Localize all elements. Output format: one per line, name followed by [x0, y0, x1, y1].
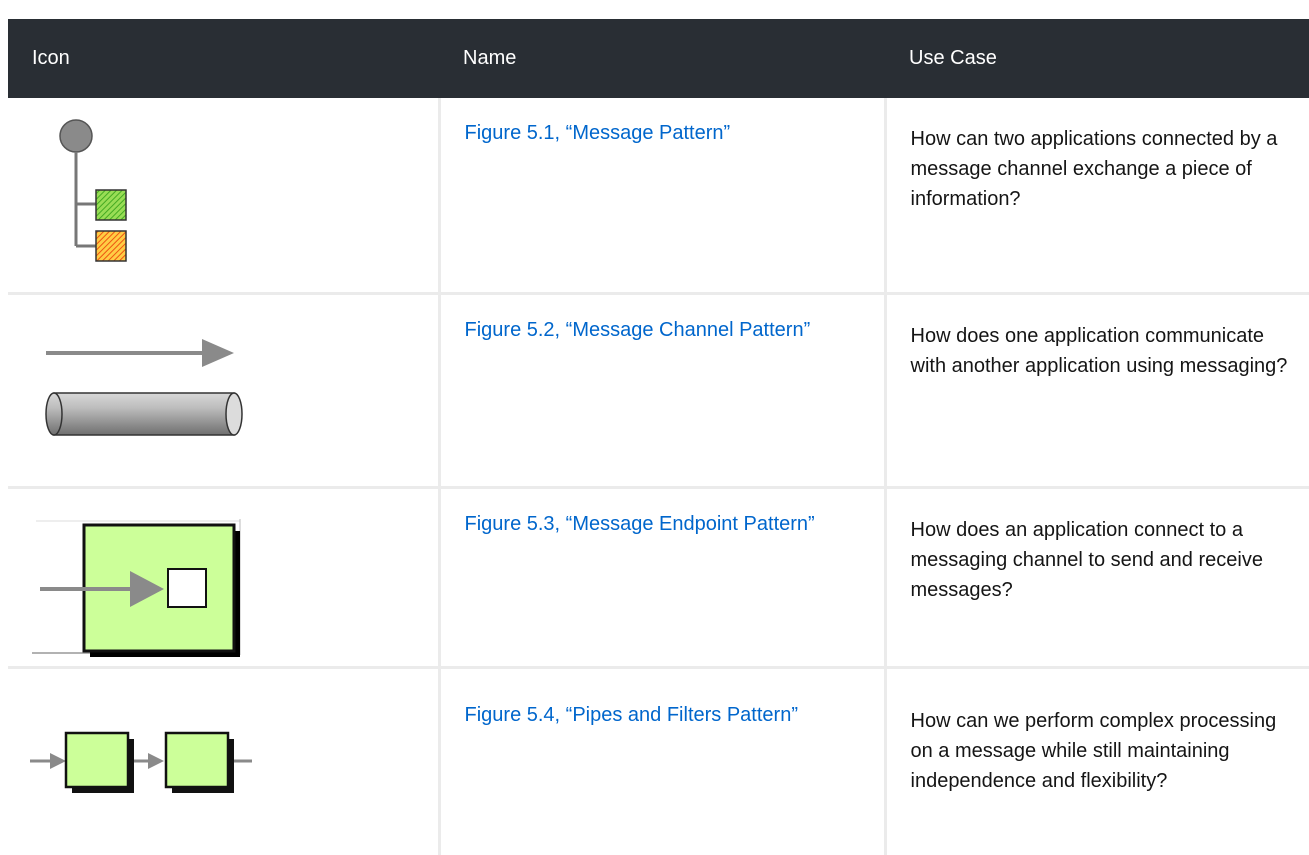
- table-row: Figure 5.4, “Pipes and Filters Pattern” …: [8, 667, 1309, 855]
- icon-cell: [8, 487, 441, 669]
- use-case-text: How can we perform complex processing on…: [910, 710, 1277, 792]
- header-row: Icon Name Use Case: [8, 19, 1309, 98]
- message-endpoint-pattern-icon: [32, 519, 241, 657]
- icon-cell: [8, 98, 441, 295]
- use-case-text: How does one application communicate wit…: [910, 325, 1288, 377]
- use-case-cell: How can we perform complex processing on…: [885, 667, 1309, 855]
- figure-link[interactable]: Figure 5.1, “Message Pattern”: [441, 98, 884, 148]
- header-icon: Icon: [32, 47, 70, 69]
- name-cell: Figure 5.4, “Pipes and Filters Pattern”: [439, 667, 887, 855]
- table-row: Figure 5.1, “Message Pattern” How can tw…: [8, 98, 1309, 295]
- use-case-text: How does an application connect to a mes…: [910, 519, 1263, 601]
- header-use-case: Use Case: [909, 47, 997, 69]
- icon-cell: [8, 667, 441, 855]
- eip-patterns-table: Icon Name Use Case Figure 5.1, “Message …: [8, 19, 1309, 855]
- table-row: Figure 5.2, “Message Channel Pattern” Ho…: [8, 293, 1309, 489]
- page: Icon Name Use Case Figure 5.1, “Message …: [0, 0, 1309, 855]
- header-name: Name: [463, 47, 517, 69]
- name-cell: Figure 5.2, “Message Channel Pattern”: [439, 293, 887, 489]
- name-cell: Figure 5.3, “Message Endpoint Pattern”: [439, 487, 887, 669]
- table-row: Figure 5.3, “Message Endpoint Pattern” H…: [8, 487, 1309, 669]
- use-case-text: How can two applications connected by a …: [910, 128, 1278, 210]
- pipes-and-filters-pattern-icon: [30, 731, 252, 793]
- use-case-cell: How can two applications connected by a …: [885, 98, 1309, 295]
- message-pattern-icon: [59, 119, 127, 262]
- figure-link[interactable]: Figure 5.4, “Pipes and Filters Pattern”: [441, 669, 884, 730]
- name-cell: Figure 5.1, “Message Pattern”: [439, 98, 887, 295]
- use-case-cell: How does an application connect to a mes…: [885, 487, 1309, 669]
- table-header: Icon Name Use Case: [8, 19, 1309, 98]
- table-body: Figure 5.1, “Message Pattern” How can tw…: [8, 98, 1309, 855]
- figure-link[interactable]: Figure 5.3, “Message Endpoint Pattern”: [441, 489, 884, 539]
- figure-link[interactable]: Figure 5.2, “Message Channel Pattern”: [441, 295, 884, 345]
- use-case-cell: How does one application communicate wit…: [885, 293, 1309, 489]
- icon-cell: [8, 293, 441, 489]
- message-channel-pattern-icon: [45, 339, 243, 436]
